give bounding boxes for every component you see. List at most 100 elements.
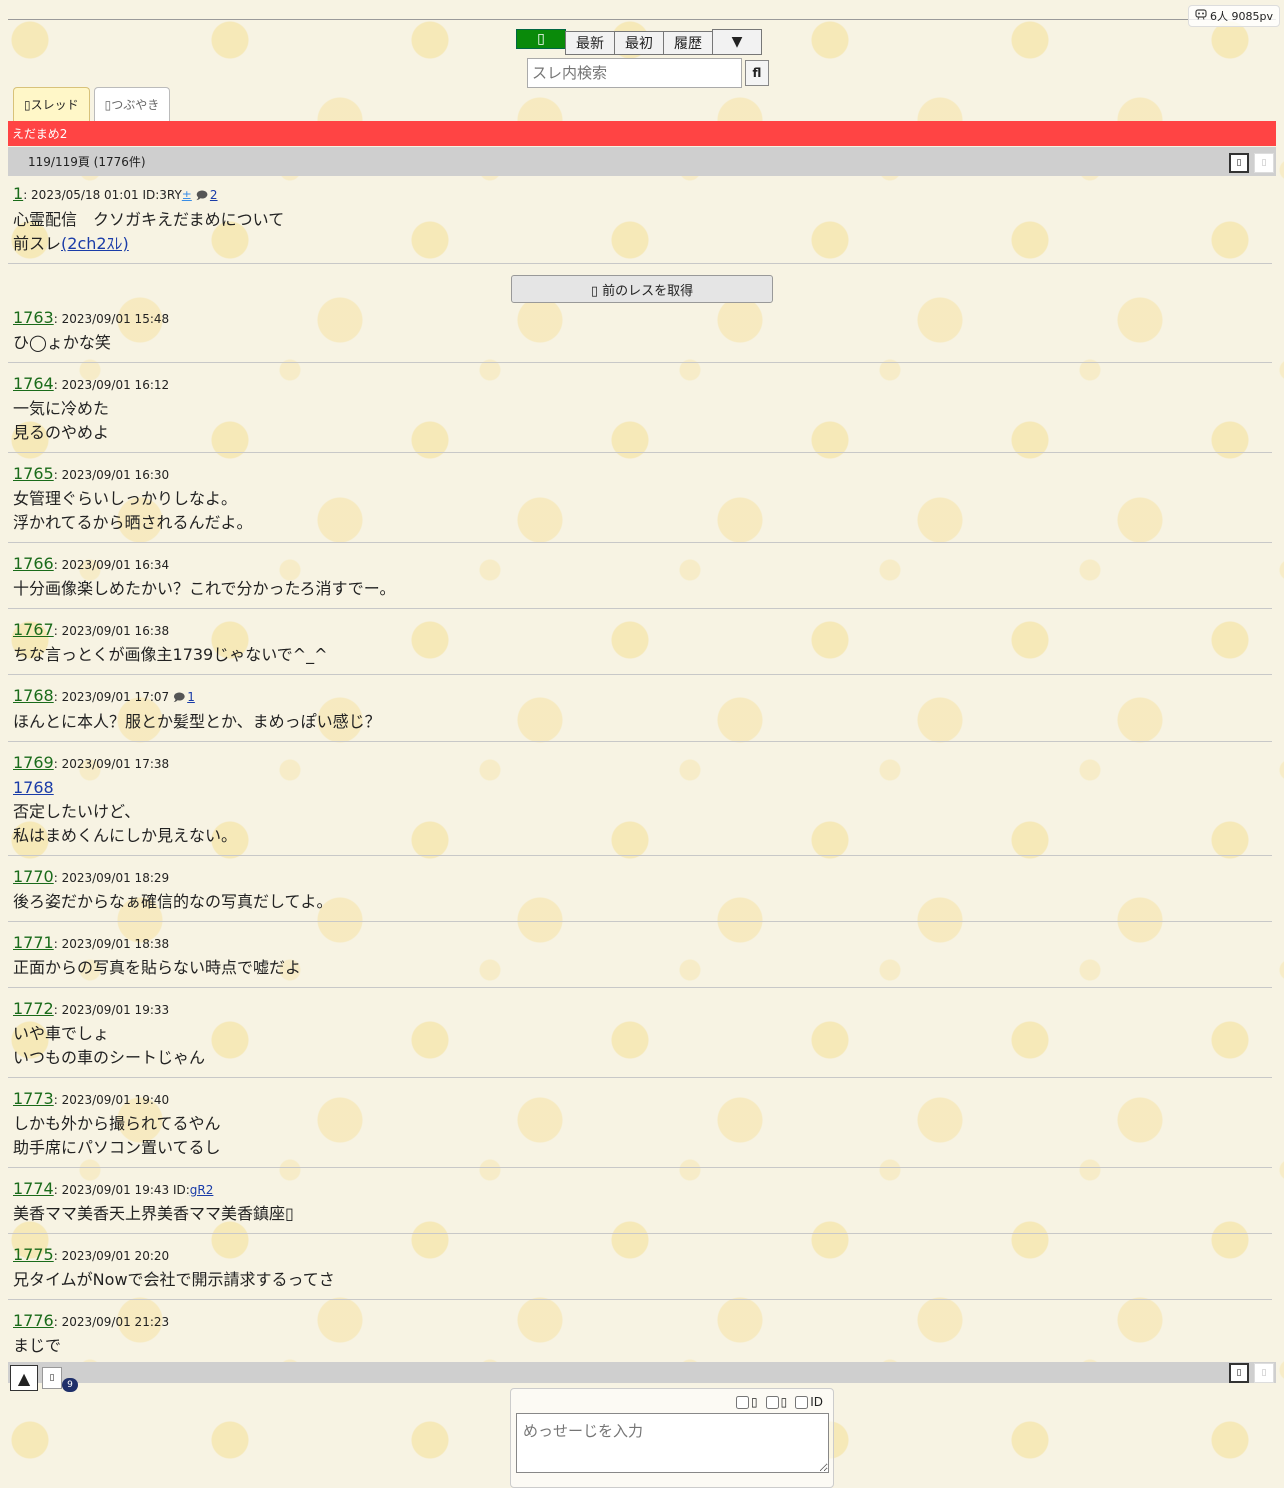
- post-id-prefix: ID:: [172, 1183, 190, 1197]
- post-line: しかも外から撮られてるやん: [13, 1114, 221, 1133]
- reply-post: 1772: 2023/09/01 19:33 いや車でしょ いつもの車のシートじゃん: [8, 997, 1272, 1078]
- post-number[interactable]: 1768: [13, 686, 54, 705]
- search-input[interactable]: [527, 58, 742, 88]
- post-date: 2023/09/01 16:30: [61, 468, 170, 482]
- post-line: 美香ママ美香天上界美香ママ美香鎮座▯: [13, 1204, 294, 1223]
- bottom-button-1[interactable]: ▯: [1229, 1363, 1249, 1383]
- post-date: 2023/09/01 18:38: [61, 937, 170, 951]
- pageview-text: 6人 9085pv: [1210, 10, 1273, 23]
- reply-post: 1770: 2023/09/01 18:29 後ろ姿だからなぁ確信的なの写真だして…: [8, 865, 1272, 922]
- post-line: 一気に冷めた: [13, 399, 110, 418]
- post-number[interactable]: 1765: [13, 464, 54, 483]
- post-number[interactable]: 1: [13, 184, 23, 203]
- viewer-icon: [1195, 9, 1207, 23]
- reply-post: 1767: 2023/09/01 16:38 ちな言っとくが画像主1739じゃない…: [8, 618, 1272, 675]
- reply-anchor-link[interactable]: 1768: [13, 776, 1267, 800]
- post-line: いや車でしょ: [13, 1024, 110, 1043]
- post-line: 女管理ぐらいしっかりしなよ。: [13, 489, 238, 508]
- post-line: 否定したいけど、: [13, 802, 141, 821]
- scroll-top-button[interactable]: ▲: [10, 1365, 38, 1391]
- tab-bar: ▯スレッド ▯つぶやき: [13, 87, 171, 121]
- post-number[interactable]: 1764: [13, 374, 54, 393]
- post-line: 見るのやめよ: [13, 423, 110, 442]
- reply-post: 1766: 2023/09/01 16:34 十分画像楽しめたかい？これで分かった…: [8, 552, 1272, 609]
- reply-post: 1763: 2023/09/01 15:48 ひ◯ょかな笑: [8, 306, 1272, 363]
- post-number[interactable]: 1769: [13, 753, 54, 772]
- option-2-checkbox[interactable]: [765, 1395, 779, 1409]
- option-1-checkbox[interactable]: [736, 1395, 749, 1409]
- post-number[interactable]: 1775: [13, 1245, 54, 1264]
- post-line: 私はまめくんにしか見えない。: [13, 826, 238, 845]
- load-previous-button[interactable]: ▯ 前のレスを取得: [511, 275, 773, 303]
- post-line: ひ◯ょかな笑: [13, 333, 111, 352]
- post-line: 正面からの写真を貼らない時点で嘘だよ: [13, 958, 302, 977]
- post-line: ほんとに本人？服とか髪型とか、まめっぽい感じ？: [13, 712, 381, 731]
- search-button[interactable]: fl: [745, 60, 769, 86]
- reply-post: 1769: 2023/09/01 17:38 1768 否定したいけど、 私はまめくん…: [8, 751, 1272, 856]
- post-number[interactable]: 1766: [13, 554, 54, 573]
- reply-post: 1764: 2023/09/01 16:12 一気に冷めた 見るのやめよ: [8, 372, 1272, 453]
- post-list: 1: 2023/05/18 01:01 ID:3RY± 🗩 2 心霊配信 クソガキ…: [8, 182, 1272, 1375]
- bottom-small-button[interactable]: ▯: [42, 1367, 62, 1389]
- page-button-2[interactable]: ▯: [1254, 153, 1274, 173]
- post-number[interactable]: 1763: [13, 308, 54, 327]
- bottom-bar: ▲ ▯ 9 ▯ ▯: [8, 1362, 1276, 1392]
- post-line: 後ろ姿だからなぁ確信的なの写真だしてよ。: [13, 892, 333, 911]
- post-line: 心霊配信 クソガキえだまめについて: [13, 210, 285, 229]
- post-id-link[interactable]: gR2: [190, 1183, 214, 1197]
- post-number[interactable]: 1773: [13, 1089, 54, 1108]
- post-number[interactable]: 1767: [13, 620, 54, 639]
- post-date: 2023/09/01 16:34: [61, 558, 170, 572]
- latest-button[interactable]: 最新: [565, 31, 615, 55]
- post-number[interactable]: 1770: [13, 867, 54, 886]
- post-line-prefix: 前スレ: [13, 234, 62, 253]
- post-line: まじで: [13, 1336, 62, 1355]
- first-button[interactable]: 最初: [614, 31, 664, 55]
- reply-post: 1768: 2023/09/01 17:07 🗩 1 ほんとに本人？服とか髪型とか、…: [8, 684, 1272, 742]
- history-button[interactable]: 履歴: [663, 31, 713, 55]
- tab-thread[interactable]: ▯スレッド: [13, 87, 90, 121]
- post-line: 助手席にパソコン置いてるし: [13, 1138, 221, 1157]
- message-input[interactable]: [516, 1413, 829, 1473]
- post-date: 2023/09/01 16:12: [61, 378, 170, 392]
- post-date: 2023/09/01 19:40: [61, 1093, 170, 1107]
- reply-count[interactable]: 2: [210, 188, 218, 202]
- post-number[interactable]: 1771: [13, 933, 54, 952]
- post-number[interactable]: 1774: [13, 1179, 54, 1198]
- tab-tweets[interactable]: ▯つぶやき: [93, 87, 171, 121]
- option-id-checkbox[interactable]: [795, 1395, 809, 1409]
- thread-title: えだまめ2: [8, 121, 1276, 146]
- post-date: 2023/09/01 18:29: [61, 871, 170, 885]
- reply-post: 1775: 2023/09/01 20:20 兄タイムがNowで会社で開示請求する…: [8, 1243, 1272, 1300]
- page-button-1[interactable]: ▯: [1229, 153, 1249, 173]
- pageview-counter: 6人 9085pv: [1188, 5, 1280, 27]
- option-2-label: ▯: [780, 1395, 788, 1409]
- post-number[interactable]: 1772: [13, 999, 54, 1018]
- reply-count[interactable]: 1: [187, 690, 195, 704]
- post-form: ▯ ▯ ID: [510, 1388, 834, 1488]
- reply-icon: 🗩: [172, 691, 186, 704]
- thread-search: fl: [527, 58, 769, 88]
- notification-badge: 9: [62, 1378, 78, 1392]
- green-button[interactable]: ▯: [516, 29, 566, 49]
- post-number[interactable]: 1776: [13, 1311, 54, 1330]
- post-line: 十分画像楽しめたかい？これで分かったろ消すでー。: [13, 579, 396, 598]
- prev-replies-row: ▯ 前のレスを取得: [8, 264, 1272, 306]
- menu-dropdown-button[interactable]: ▼: [712, 29, 762, 55]
- post-date: 2023/09/01 16:38: [61, 624, 170, 638]
- post-id: ID:3RY: [142, 188, 182, 202]
- post-line: 浮かれてるから晒されるんだよ。: [13, 513, 253, 532]
- page-info: 119/119頁 (1776件): [28, 155, 146, 169]
- option-id[interactable]: ID: [795, 1395, 823, 1409]
- previous-thread-link[interactable]: (2ch2ｽﾚ): [61, 234, 129, 253]
- nav-toolbar: ▯ 最新 最初 履歴 ▼: [516, 29, 762, 55]
- bottom-button-2[interactable]: ▯: [1254, 1363, 1274, 1383]
- post-date: 2023/09/01 17:07: [61, 690, 170, 704]
- reply-icon: 🗩: [195, 189, 208, 202]
- id-marker-icon[interactable]: ±: [182, 188, 192, 202]
- option-2[interactable]: ▯: [765, 1395, 788, 1409]
- post-line: いつもの車のシートじゃん: [13, 1048, 206, 1067]
- option-1[interactable]: ▯: [736, 1395, 758, 1409]
- post-date: 2023/09/01 15:48: [61, 312, 170, 326]
- first-post: 1: 2023/05/18 01:01 ID:3RY± 🗩 2 心霊配信 クソガキ…: [8, 182, 1272, 264]
